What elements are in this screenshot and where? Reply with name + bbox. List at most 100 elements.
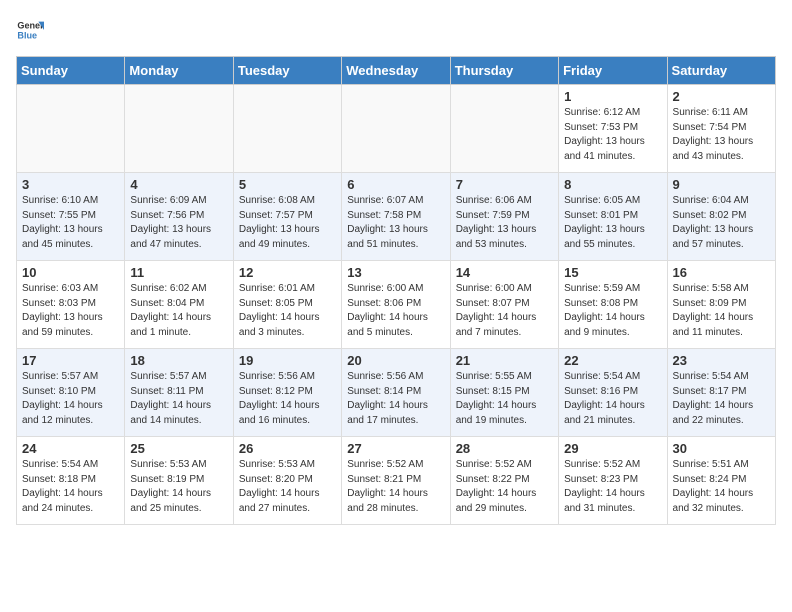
calendar-day: 9 Sunrise: 6:04 AM Sunset: 8:02 PM Daylig…: [667, 173, 775, 261]
day-info: Sunrise: 6:10 AM Sunset: 7:55 PM Dayligh…: [22, 194, 119, 252]
day-number: 10: [22, 265, 119, 280]
day-info: Sunrise: 5:53 AM Sunset: 8:19 PM Dayligh…: [130, 458, 227, 516]
day-number: 8: [564, 177, 661, 192]
calendar-header-row: SundayMondayTuesdayWednesdayThursdayFrid…: [17, 57, 776, 85]
day-number: 9: [673, 177, 770, 192]
calendar-day: 2 Sunrise: 6:11 AM Sunset: 7:54 PM Daylig…: [667, 85, 775, 173]
day-info: Sunrise: 5:57 AM Sunset: 8:10 PM Dayligh…: [22, 370, 119, 428]
calendar-week-2: 10 Sunrise: 6:03 AM Sunset: 8:03 PM Dayli…: [17, 261, 776, 349]
day-info: Sunrise: 6:02 AM Sunset: 8:04 PM Dayligh…: [130, 282, 227, 340]
calendar-day: 13 Sunrise: 6:00 AM Sunset: 8:06 PM Dayli…: [342, 261, 450, 349]
day-number: 19: [239, 353, 336, 368]
day-info: Sunrise: 5:52 AM Sunset: 8:22 PM Dayligh…: [456, 458, 553, 516]
day-number: 15: [564, 265, 661, 280]
day-info: Sunrise: 5:56 AM Sunset: 8:14 PM Dayligh…: [347, 370, 444, 428]
calendar-day: 24Sunrise: 5:54 AM Sunset: 8:18 PM Dayli…: [17, 437, 125, 525]
day-info: Sunrise: 5:54 AM Sunset: 8:16 PM Dayligh…: [564, 370, 661, 428]
calendar-day: 16 Sunrise: 5:58 AM Sunset: 8:09 PM Dayli…: [667, 261, 775, 349]
day-number: 3: [22, 177, 119, 192]
day-number: 21: [456, 353, 553, 368]
day-number: 7: [456, 177, 553, 192]
calendar-week-3: 17 Sunrise: 5:57 AM Sunset: 8:10 PM Dayli…: [17, 349, 776, 437]
day-info: Sunrise: 6:11 AM Sunset: 7:54 PM Dayligh…: [673, 106, 770, 164]
day-number: 18: [130, 353, 227, 368]
logo: General Blue: [16, 16, 44, 44]
calendar-day: 6Sunrise: 6:07 AM Sunset: 7:58 PM Daylig…: [342, 173, 450, 261]
weekday-header-wednesday: Wednesday: [342, 57, 450, 85]
day-info: Sunrise: 6:03 AM Sunset: 8:03 PM Dayligh…: [22, 282, 119, 340]
calendar-day: 3 Sunrise: 6:10 AM Sunset: 7:55 PM Daylig…: [17, 173, 125, 261]
calendar-day: 28 Sunrise: 5:52 AM Sunset: 8:22 PM Dayli…: [450, 437, 558, 525]
day-info: Sunrise: 6:00 AM Sunset: 8:06 PM Dayligh…: [347, 282, 444, 340]
day-number: 26: [239, 441, 336, 456]
day-info: Sunrise: 5:51 AM Sunset: 8:24 PM Dayligh…: [673, 458, 770, 516]
calendar-week-0: 1Sunrise: 6:12 AM Sunset: 7:53 PM Daylig…: [17, 85, 776, 173]
calendar-day: 25Sunrise: 5:53 AM Sunset: 8:19 PM Dayli…: [125, 437, 233, 525]
day-info: Sunrise: 5:52 AM Sunset: 8:23 PM Dayligh…: [564, 458, 661, 516]
calendar-day: 4 Sunrise: 6:09 AM Sunset: 7:56 PM Daylig…: [125, 173, 233, 261]
calendar-day: 29 Sunrise: 5:52 AM Sunset: 8:23 PM Dayli…: [559, 437, 667, 525]
calendar-day: 22 Sunrise: 5:54 AM Sunset: 8:16 PM Dayli…: [559, 349, 667, 437]
day-info: Sunrise: 5:58 AM Sunset: 8:09 PM Dayligh…: [673, 282, 770, 340]
day-number: 27: [347, 441, 444, 456]
calendar-day: 21 Sunrise: 5:55 AM Sunset: 8:15 PM Dayli…: [450, 349, 558, 437]
calendar-day: 20 Sunrise: 5:56 AM Sunset: 8:14 PM Dayli…: [342, 349, 450, 437]
day-number: 2: [673, 89, 770, 104]
calendar-day: 8 Sunrise: 6:05 AM Sunset: 8:01 PM Daylig…: [559, 173, 667, 261]
calendar-day: 26 Sunrise: 5:53 AM Sunset: 8:20 PM Dayli…: [233, 437, 341, 525]
day-number: 14: [456, 265, 553, 280]
calendar-day: [450, 85, 558, 173]
day-info: Sunrise: 6:00 AM Sunset: 8:07 PM Dayligh…: [456, 282, 553, 340]
calendar-day: 5Sunrise: 6:08 AM Sunset: 7:57 PM Daylig…: [233, 173, 341, 261]
day-number: 4: [130, 177, 227, 192]
calendar-day: [342, 85, 450, 173]
day-info: Sunrise: 5:54 AM Sunset: 8:18 PM Dayligh…: [22, 458, 119, 516]
day-info: Sunrise: 6:08 AM Sunset: 7:57 PM Dayligh…: [239, 194, 336, 252]
calendar-table: SundayMondayTuesdayWednesdayThursdayFrid…: [16, 56, 776, 525]
calendar-day: [125, 85, 233, 173]
day-number: 17: [22, 353, 119, 368]
calendar-day: 10 Sunrise: 6:03 AM Sunset: 8:03 PM Dayli…: [17, 261, 125, 349]
calendar-day: 7 Sunrise: 6:06 AM Sunset: 7:59 PM Daylig…: [450, 173, 558, 261]
calendar-week-4: 24Sunrise: 5:54 AM Sunset: 8:18 PM Dayli…: [17, 437, 776, 525]
day-number: 12: [239, 265, 336, 280]
calendar-day: 30 Sunrise: 5:51 AM Sunset: 8:24 PM Dayli…: [667, 437, 775, 525]
day-info: Sunrise: 6:05 AM Sunset: 8:01 PM Dayligh…: [564, 194, 661, 252]
day-number: 16: [673, 265, 770, 280]
calendar-day: 11Sunrise: 6:02 AM Sunset: 8:04 PM Dayli…: [125, 261, 233, 349]
calendar-day: 27 Sunrise: 5:52 AM Sunset: 8:21 PM Dayli…: [342, 437, 450, 525]
calendar-week-1: 3 Sunrise: 6:10 AM Sunset: 7:55 PM Daylig…: [17, 173, 776, 261]
day-number: 30: [673, 441, 770, 456]
day-number: 20: [347, 353, 444, 368]
svg-text:Blue: Blue: [17, 30, 37, 40]
calendar-day: 19 Sunrise: 5:56 AM Sunset: 8:12 PM Dayli…: [233, 349, 341, 437]
calendar-day: 18 Sunrise: 5:57 AM Sunset: 8:11 PM Dayli…: [125, 349, 233, 437]
day-number: 22: [564, 353, 661, 368]
weekday-header-monday: Monday: [125, 57, 233, 85]
day-info: Sunrise: 5:56 AM Sunset: 8:12 PM Dayligh…: [239, 370, 336, 428]
day-info: Sunrise: 5:53 AM Sunset: 8:20 PM Dayligh…: [239, 458, 336, 516]
day-info: Sunrise: 6:06 AM Sunset: 7:59 PM Dayligh…: [456, 194, 553, 252]
day-info: Sunrise: 6:09 AM Sunset: 7:56 PM Dayligh…: [130, 194, 227, 252]
day-info: Sunrise: 6:04 AM Sunset: 8:02 PM Dayligh…: [673, 194, 770, 252]
calendar-day: 17 Sunrise: 5:57 AM Sunset: 8:10 PM Dayli…: [17, 349, 125, 437]
calendar-day: 15 Sunrise: 5:59 AM Sunset: 8:08 PM Dayli…: [559, 261, 667, 349]
day-info: Sunrise: 5:59 AM Sunset: 8:08 PM Dayligh…: [564, 282, 661, 340]
calendar-day: 23Sunrise: 5:54 AM Sunset: 8:17 PM Dayli…: [667, 349, 775, 437]
calendar-day: 12 Sunrise: 6:01 AM Sunset: 8:05 PM Dayli…: [233, 261, 341, 349]
day-info: Sunrise: 5:55 AM Sunset: 8:15 PM Dayligh…: [456, 370, 553, 428]
day-number: 13: [347, 265, 444, 280]
weekday-header-thursday: Thursday: [450, 57, 558, 85]
day-number: 29: [564, 441, 661, 456]
day-info: Sunrise: 5:57 AM Sunset: 8:11 PM Dayligh…: [130, 370, 227, 428]
logo-icon: General Blue: [16, 16, 44, 44]
weekday-header-tuesday: Tuesday: [233, 57, 341, 85]
weekday-header-sunday: Sunday: [17, 57, 125, 85]
day-info: Sunrise: 5:52 AM Sunset: 8:21 PM Dayligh…: [347, 458, 444, 516]
day-info: Sunrise: 6:01 AM Sunset: 8:05 PM Dayligh…: [239, 282, 336, 340]
calendar-day: 1Sunrise: 6:12 AM Sunset: 7:53 PM Daylig…: [559, 85, 667, 173]
page-header: General Blue: [16, 16, 776, 44]
day-number: 28: [456, 441, 553, 456]
weekday-header-saturday: Saturday: [667, 57, 775, 85]
calendar-day: 14 Sunrise: 6:00 AM Sunset: 8:07 PM Dayli…: [450, 261, 558, 349]
